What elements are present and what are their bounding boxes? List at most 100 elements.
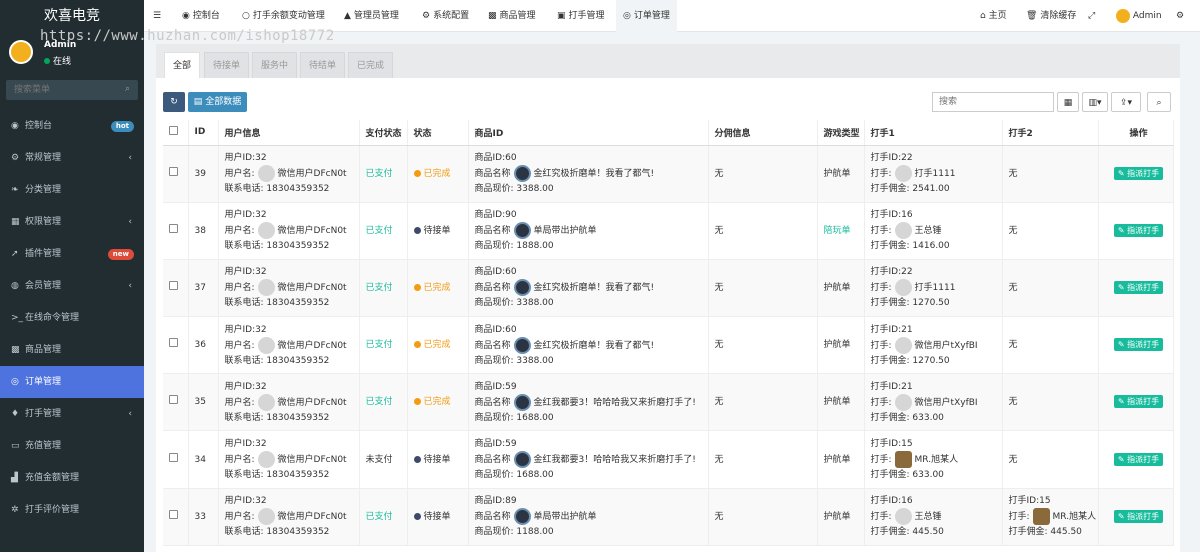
row-checkbox[interactable] bbox=[169, 223, 178, 233]
columns-button[interactable]: ▥▾ bbox=[1082, 92, 1108, 112]
sidebar-item-11[interactable]: ▟ 充值金额管理 bbox=[0, 462, 144, 494]
row-checkbox[interactable] bbox=[169, 509, 178, 519]
column-header[interactable]: 游戏类型 bbox=[817, 120, 865, 146]
player-name: 微信用户tXyfBI bbox=[914, 397, 978, 408]
goods-price: 1688.00 bbox=[516, 470, 554, 481]
fullscreen-icon[interactable]: ⤢ bbox=[1088, 0, 1095, 32]
player1-info: 打手ID:21 打手: 微信用户tXyfBI 打手佣金: 633.00 bbox=[864, 373, 1003, 432]
column-header[interactable]: 打手1 bbox=[864, 120, 1003, 146]
phone-number: 18304359352 bbox=[266, 184, 330, 195]
sidebar-item-6[interactable]: >_ 在线命令管理 bbox=[0, 302, 144, 334]
top-tab-4[interactable]: ▩ 商品管理 bbox=[481, 0, 543, 32]
sidebar-search[interactable]: ⌕ bbox=[6, 80, 138, 100]
column-header[interactable]: ID bbox=[188, 120, 219, 146]
assign-player-button[interactable]: ✎ 指派打手 bbox=[1113, 166, 1164, 180]
status-tab-4[interactable]: 已完成 bbox=[348, 52, 394, 78]
user-id: 用户ID:32 bbox=[224, 210, 267, 221]
export-button[interactable]: ⇪▾ bbox=[1111, 92, 1141, 112]
status-tab-0[interactable]: 全部 bbox=[164, 52, 201, 78]
goods-info: 商品ID:60 商品名称 金红究极折磨单！我看了都气! 商品现价: 3388.00 bbox=[468, 259, 709, 318]
commission: 无 bbox=[708, 316, 818, 375]
status-tab-2[interactable]: 服务中 bbox=[252, 52, 298, 78]
sidebar-item-5[interactable]: ◍ 会员管理 ‹ bbox=[0, 270, 144, 302]
top-tab-3[interactable]: ⚙ 系统配置 bbox=[415, 0, 476, 32]
row-checkbox[interactable] bbox=[169, 338, 178, 348]
assign-player-button[interactable]: ✎ 指派打手 bbox=[1113, 395, 1164, 409]
top-tab-6[interactable]: ◎ 订单管理 bbox=[616, 0, 677, 32]
game-type-text: 护航单 bbox=[823, 168, 851, 179]
advanced-search-button[interactable]: ⌕ bbox=[1147, 92, 1171, 112]
goods-id: 商品ID:60 bbox=[474, 267, 517, 278]
sidebar-item-8[interactable]: ◎ 订单管理 bbox=[0, 366, 144, 398]
select-all-checkbox[interactable] bbox=[169, 126, 178, 136]
sidebar-item-1[interactable]: ⚙ 常规管理 ‹ bbox=[0, 142, 144, 174]
column-header[interactable]: 打手2 bbox=[1002, 120, 1099, 146]
home-icon: ⌂ bbox=[980, 11, 986, 21]
clear-cache-link[interactable]: 🗑 清除缓存 bbox=[1026, 0, 1076, 32]
player-id: 打手ID:21 bbox=[870, 381, 913, 392]
status-tab-1[interactable]: 待接单 bbox=[204, 52, 250, 78]
player-name: 打手1111 bbox=[914, 283, 956, 294]
sidebar-item-4[interactable]: ➚ 插件管理 new bbox=[0, 238, 144, 270]
player2-empty: 无 bbox=[1008, 225, 1018, 236]
columns-icon: ▥▾ bbox=[1088, 98, 1102, 108]
user-name: 微信用户DFcN0t bbox=[277, 455, 347, 466]
row-checkbox[interactable] bbox=[169, 166, 178, 176]
status-dot-icon bbox=[413, 455, 421, 463]
sidebar-item-0[interactable]: ◉ 控制台 hot bbox=[0, 110, 144, 142]
user-id: 用户ID:32 bbox=[224, 153, 267, 164]
goods-name: 金红究极折磨单！我看了都气! bbox=[533, 283, 655, 294]
assign-player-button[interactable]: ✎ 指派打手 bbox=[1113, 280, 1164, 294]
sidebar-item-label: 权限管理 bbox=[25, 217, 62, 227]
column-header[interactable]: 商品ID bbox=[468, 120, 709, 146]
toggle-view-button[interactable]: ▦ bbox=[1057, 92, 1079, 112]
table-row: 34 用户ID:32 用户名: 微信用户DFcN0t 联系电话: 18304359352… bbox=[163, 430, 1174, 489]
assign-player-button[interactable]: ✎ 指派打手 bbox=[1113, 223, 1164, 237]
top-tab-2[interactable]: ▲ 管理员管理 bbox=[337, 0, 406, 32]
column-header[interactable]: 分佣信息 bbox=[708, 120, 818, 146]
phone-number: 18304359352 bbox=[266, 412, 330, 423]
row-checkbox[interactable] bbox=[169, 280, 178, 290]
sidebar-search-input[interactable] bbox=[6, 80, 138, 100]
column-header[interactable]: 用户信息 bbox=[218, 120, 360, 146]
goods-image bbox=[513, 165, 531, 183]
actions: ✎ 指派打手 bbox=[1098, 373, 1174, 432]
status-tab-3[interactable]: 待结单 bbox=[300, 52, 346, 78]
refresh-button[interactable]: ↻ bbox=[163, 92, 185, 112]
home-link[interactable]: ⌂ 主页 bbox=[980, 0, 1007, 32]
column-header[interactable]: 状态 bbox=[407, 120, 469, 146]
row-checkbox[interactable] bbox=[169, 452, 178, 462]
phone-number: 18304359352 bbox=[266, 298, 330, 309]
sidebar-item-10[interactable]: ▭ 充值管理 bbox=[0, 430, 144, 462]
button-label: 指派打手 bbox=[1127, 511, 1160, 521]
goods-image bbox=[513, 508, 531, 526]
table-toolbar: ↻ ▤ 全部数据 ▦ ▥▾ ⇪▾ ⌕ bbox=[163, 92, 1173, 112]
assign-player-button[interactable]: ✎ 指派打手 bbox=[1113, 509, 1164, 523]
terminal-icon: >_ bbox=[11, 313, 24, 323]
user-name: 微信用户DFcN0t bbox=[277, 169, 347, 180]
button-label: 指派打手 bbox=[1127, 397, 1160, 407]
goods-id: 商品ID:89 bbox=[474, 496, 517, 507]
sidebar-item-2[interactable]: ❧ 分类管理 bbox=[0, 174, 144, 206]
sidebar-item-12[interactable]: ✲ 打手评价管理 bbox=[0, 494, 144, 526]
label: 商品现价: bbox=[474, 298, 514, 309]
column-header[interactable]: 操作 bbox=[1098, 120, 1174, 146]
tab-icon: ⚙ bbox=[422, 11, 431, 21]
table-search-input[interactable] bbox=[932, 92, 1054, 112]
top-tab-5[interactable]: ▣ 打手管理 bbox=[550, 0, 612, 32]
sidebar-item-9[interactable]: ♦ 打手管理 ‹ bbox=[0, 398, 144, 430]
assign-player-button[interactable]: ✎ 指派打手 bbox=[1113, 452, 1164, 466]
all-data-button[interactable]: ▤ 全部数据 bbox=[188, 92, 247, 112]
assign-player-button[interactable]: ✎ 指派打手 bbox=[1113, 338, 1164, 352]
order-id: 33 bbox=[188, 488, 219, 546]
pay-status: 已支付 bbox=[359, 145, 408, 203]
sidebar-item-3[interactable]: ▦ 权限管理 ‹ bbox=[0, 206, 144, 238]
column-header[interactable]: 支付状态 bbox=[359, 120, 408, 146]
settings-icon[interactable]: ⚙ bbox=[1176, 0, 1184, 32]
sidebar-item-7[interactable]: ▩ 商品管理 bbox=[0, 334, 144, 366]
admin-menu[interactable]: Admin bbox=[1116, 0, 1162, 32]
pencil-icon: ✎ bbox=[1117, 225, 1128, 235]
row-checkbox[interactable] bbox=[169, 395, 178, 405]
label: 打手佣金: bbox=[870, 470, 910, 481]
label: 打手: bbox=[870, 169, 892, 180]
